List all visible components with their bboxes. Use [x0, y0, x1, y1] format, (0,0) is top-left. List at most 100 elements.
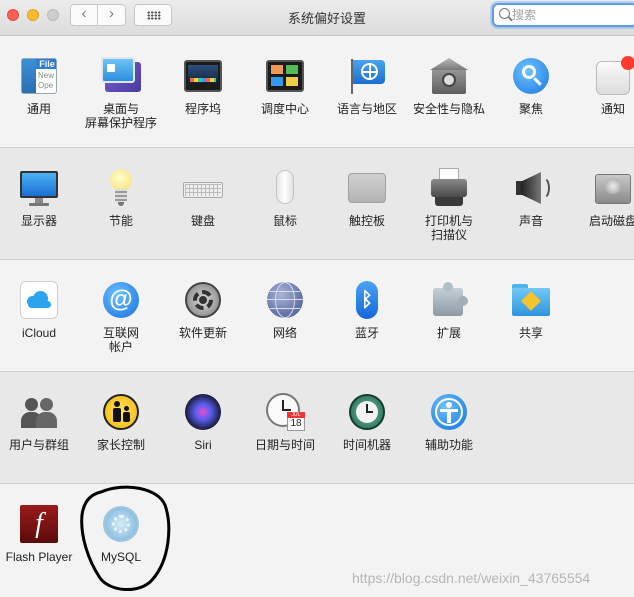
pane-mouse[interactable]: 鼠标 — [244, 168, 326, 228]
mission-control-icon — [265, 56, 305, 96]
bluetooth-icon: ᛒ — [347, 280, 387, 320]
pane-label: 鼠标 — [272, 214, 297, 228]
pane-sound[interactable]: 声音 — [490, 168, 572, 228]
displays-icon — [19, 168, 59, 208]
minimize-button[interactable] — [27, 9, 39, 21]
pane-label: 声音 — [518, 214, 543, 228]
pane-label: Siri — [194, 438, 212, 452]
pane-label: 软件更新 — [178, 326, 227, 340]
pane-security-privacy[interactable]: 安全性与隐私 — [408, 56, 490, 116]
flash-player-icon: f — [19, 504, 59, 544]
trackpad-icon — [347, 168, 387, 208]
search-input[interactable] — [512, 6, 622, 24]
pane-label: Flash Player — [5, 550, 73, 564]
pane-label: 互联网 帐户 — [102, 326, 139, 354]
window-title: 系统偏好设置 — [287, 11, 366, 26]
mysql-icon — [101, 504, 141, 544]
pane-label: 通知 — [600, 102, 625, 116]
general-icon: File New Ope — [19, 56, 59, 96]
pane-label: 程序坞 — [184, 102, 221, 116]
pane-bluetooth[interactable]: ᛒ 蓝牙 — [326, 280, 408, 340]
date-time-icon: JUL 18 — [265, 392, 305, 432]
pane-label: 网络 — [272, 326, 297, 340]
pane-label: 共享 — [518, 326, 543, 340]
pane-label: 蓝牙 — [354, 326, 379, 340]
pane-desktop-screensaver[interactable]: 桌面与 屏幕保护程序 — [80, 56, 162, 130]
pane-label: MySQL — [100, 550, 141, 564]
pane-language-region[interactable]: 语言与地区 — [326, 56, 408, 116]
pane-flash-player[interactable]: f Flash Player — [0, 504, 80, 564]
sharing-icon — [511, 280, 551, 320]
pane-label: iCloud — [21, 326, 57, 340]
pane-printers-scanners[interactable]: 打印机与 扫描仪 — [408, 168, 490, 242]
pane-label: 桌面与 屏幕保护程序 — [84, 102, 157, 130]
chevron-left-icon: ‹ — [81, 5, 87, 22]
pane-internet-accounts[interactable]: @ 互联网 帐户 — [80, 280, 162, 354]
section-hardware: 显示器 节能 键盘 鼠标 触控板 打印机与 扫描仪 声音 启动磁盘 — [0, 148, 634, 260]
pane-extensions[interactable]: 扩展 — [408, 280, 490, 340]
pane-icloud[interactable]: iCloud — [0, 280, 80, 340]
icloud-icon — [19, 280, 59, 320]
search-icon — [499, 8, 510, 19]
extensions-icon — [429, 280, 469, 320]
pane-label: 语言与地区 — [336, 102, 397, 116]
dock-icon — [183, 56, 223, 96]
pane-displays[interactable]: 显示器 — [0, 168, 80, 228]
grid-icon — [147, 11, 161, 20]
pane-startup-disk[interactable]: 启动磁盘 — [572, 168, 634, 228]
pane-label: 聚焦 — [518, 102, 543, 116]
pane-network[interactable]: 网络 — [244, 280, 326, 340]
close-button[interactable] — [7, 9, 19, 21]
pane-label: 时间机器 — [342, 438, 391, 452]
siri-icon — [183, 392, 223, 432]
pane-trackpad[interactable]: 触控板 — [326, 168, 408, 228]
sound-icon — [511, 168, 551, 208]
pane-label: 调度中心 — [260, 102, 309, 116]
pane-siri[interactable]: Siri — [162, 392, 244, 452]
forward-button[interactable]: › — [98, 4, 126, 26]
pane-keyboard[interactable]: 键盘 — [162, 168, 244, 228]
pane-label: 通用 — [26, 102, 51, 116]
parental-controls-icon — [101, 392, 141, 432]
network-icon — [265, 280, 305, 320]
pane-dock[interactable]: 程序坞 — [162, 56, 244, 116]
pane-label: 节能 — [108, 214, 133, 228]
zoom-button — [47, 9, 59, 21]
pane-mission-control[interactable]: 调度中心 — [244, 56, 326, 116]
pane-label: 启动磁盘 — [588, 214, 634, 228]
pane-label: 安全性与隐私 — [412, 102, 485, 116]
energy-saver-icon — [101, 168, 141, 208]
pane-label: 家长控制 — [96, 438, 145, 452]
pane-mysql[interactable]: MySQL — [80, 504, 162, 564]
desktop-screensaver-icon — [101, 56, 141, 96]
users-groups-icon — [19, 392, 59, 432]
pane-date-time[interactable]: JUL 18 日期与时间 — [244, 392, 326, 452]
pane-general[interactable]: File New Ope 通用 — [0, 56, 80, 116]
startup-disk-icon — [593, 168, 633, 208]
accessibility-icon — [429, 392, 469, 432]
pane-users-groups[interactable]: 用户与群组 — [0, 392, 80, 452]
chevron-right-icon: › — [109, 5, 114, 22]
pane-accessibility[interactable]: 辅助功能 — [408, 392, 490, 452]
pane-notifications[interactable]: 通知 — [572, 56, 634, 116]
pane-time-machine[interactable]: 时间机器 — [326, 392, 408, 452]
pane-parental-controls[interactable]: 家长控制 — [80, 392, 162, 452]
section-system: 用户与群组 家长控制 Siri JUL 18 日期与时间 时间机器 辅助功能 — [0, 372, 634, 484]
show-all-button[interactable] — [134, 4, 172, 26]
pane-label: 打印机与 扫描仪 — [424, 214, 473, 242]
pane-sharing[interactable]: 共享 — [490, 280, 572, 340]
mouse-icon — [265, 168, 305, 208]
pane-spotlight[interactable]: 聚焦 — [490, 56, 572, 116]
spotlight-icon — [511, 56, 551, 96]
back-button[interactable]: ‹ — [70, 4, 98, 26]
section-personal: File New Ope 通用 桌面与 屏幕保护程序 程序坞 调度中心 语言与地… — [0, 36, 634, 148]
language-region-icon — [347, 56, 387, 96]
search-field[interactable] — [492, 3, 634, 27]
keyboard-icon — [183, 168, 223, 208]
pane-label: 日期与时间 — [254, 438, 315, 452]
pane-label: 触控板 — [348, 214, 385, 228]
pane-label: 扩展 — [436, 326, 461, 340]
pane-label: 显示器 — [20, 214, 57, 228]
pane-energy-saver[interactable]: 节能 — [80, 168, 162, 228]
pane-software-update[interactable]: 软件更新 — [162, 280, 244, 340]
